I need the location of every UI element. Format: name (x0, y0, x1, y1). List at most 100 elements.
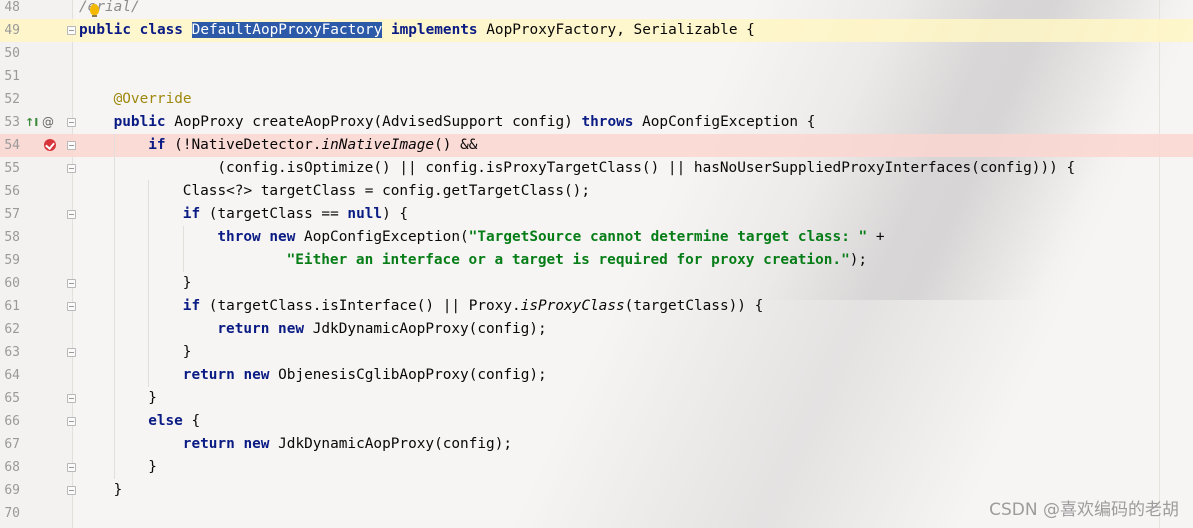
code-token: return (217, 321, 270, 337)
code-token: class (139, 22, 183, 38)
code-line[interactable]: 54 if (!NativeDetector.inNativeImage() && (0, 134, 1193, 157)
code-token: public (113, 114, 166, 130)
code-line[interactable]: 56 Class<?> targetClass = config.getTarge… (0, 180, 1193, 203)
line-number: 69 (4, 483, 20, 498)
line-number: 49 (4, 23, 20, 38)
code-token: ); (849, 252, 868, 268)
code-token: inNativeImage (321, 137, 435, 153)
code-token: JdkDynamicAopProxy(config); (304, 321, 547, 337)
code-token: JdkDynamicAopProxy(config); (269, 436, 513, 452)
code-line[interactable]: 49 public class DefaultAopProxyFactory im… (0, 19, 1193, 42)
fold-toggle-icon[interactable] (67, 118, 76, 127)
code-text[interactable]: if (targetClass.isInterface() || Proxy.i… (183, 295, 764, 318)
code-text[interactable]: public class DefaultAopProxyFactory impl… (79, 19, 755, 42)
code-text[interactable]: /erial/ (79, 0, 140, 19)
selected-identifier: DefaultAopProxyFactory (191, 22, 383, 38)
fold-toggle-icon[interactable] (67, 394, 76, 403)
fold-toggle-icon[interactable] (67, 486, 76, 495)
code-token: () && (434, 137, 478, 153)
code-text[interactable]: } (148, 456, 157, 479)
code-line[interactable]: 51 (0, 65, 1193, 88)
code-line[interactable]: 57 if (targetClass == null) { (0, 203, 1193, 226)
fold-toggle-icon[interactable] (67, 417, 76, 426)
code-line[interactable]: 52 @Override (0, 88, 1193, 111)
code-line[interactable]: 62 return new JdkDynamicAopProxy(config); (0, 318, 1193, 341)
line-number: 57 (4, 207, 20, 222)
fold-toggle-icon[interactable] (67, 279, 76, 288)
code-line[interactable]: 59 "Either an interface or a target is re… (0, 249, 1193, 272)
code-token: throws (581, 114, 634, 130)
code-text[interactable]: Class<?> targetClass = config.getTargetC… (183, 180, 590, 203)
code-text[interactable]: return new JdkDynamicAopProxy(config); (217, 318, 546, 341)
breakpoint-icon[interactable] (44, 139, 56, 151)
line-number: 67 (4, 437, 20, 452)
lightbulb-icon[interactable] (90, 4, 99, 17)
code-line[interactable]: 65} (0, 387, 1193, 410)
code-token: (targetClass)) { (624, 298, 764, 314)
fold-toggle-icon[interactable] (67, 26, 76, 35)
code-token: return (182, 436, 235, 452)
fold-toggle-icon[interactable] (67, 463, 76, 472)
code-line[interactable]: 68} (0, 456, 1193, 479)
code-line[interactable]: 67 return new JdkDynamicAopProxy(config); (0, 433, 1193, 456)
code-token: new (243, 436, 270, 452)
line-number: 53 (4, 115, 20, 130)
code-token: ObjenesisCglibAopProxy(config); (269, 367, 547, 383)
fold-toggle-icon[interactable] (67, 348, 76, 357)
code-text[interactable]: else { (148, 410, 200, 433)
code-line[interactable]: 58 throw new AopConfigException("TargetSo… (0, 226, 1193, 249)
code-token: @Override (113, 91, 192, 107)
code-text[interactable]: if (targetClass == null) { (183, 203, 408, 226)
code-text[interactable]: if (!NativeDetector.inNativeImage() && (148, 134, 477, 157)
code-text[interactable]: } (114, 479, 123, 502)
code-text[interactable]: "Either an interface or a target is requ… (287, 249, 867, 272)
annotation-icon[interactable]: @ (42, 115, 56, 129)
line-number: 61 (4, 299, 20, 314)
code-text[interactable]: } (183, 341, 192, 364)
code-text[interactable]: public AopProxy createAopProxy(AdvisedSu… (114, 111, 816, 134)
code-token: } (182, 344, 192, 360)
code-token: } (182, 275, 192, 291)
code-line[interactable]: 63} (0, 341, 1193, 364)
code-text[interactable]: } (148, 387, 157, 410)
code-line[interactable]: 48/erial/ (0, 0, 1193, 19)
line-number: 65 (4, 391, 20, 406)
line-number: 59 (4, 253, 20, 268)
code-line[interactable]: 53 public AopProxy createAopProxy(Advised… (0, 111, 1193, 134)
code-token: (targetClass.isInterface() || Proxy. (200, 298, 521, 314)
code-text[interactable]: return new ObjenesisCglibAopProxy(config… (183, 364, 547, 387)
code-token: } (148, 459, 157, 475)
code-text[interactable]: throw new AopConfigException("TargetSour… (217, 226, 884, 249)
fold-toggle-icon[interactable] (67, 302, 76, 311)
code-token: public (79, 22, 131, 38)
code-line[interactable]: 66 else { (0, 410, 1193, 433)
code-line[interactable]: 64 return new ObjenesisCglibAopProxy(conf… (0, 364, 1193, 387)
code-token: } (148, 390, 157, 406)
indent-guide (182, 226, 184, 272)
code-token: "TargetSource cannot determine target cl… (468, 229, 868, 245)
line-number: 60 (4, 276, 20, 291)
code-token: AopConfigException { (633, 114, 816, 130)
line-number: 70 (4, 506, 20, 521)
code-token: "Either an interface or a target is requ… (286, 252, 850, 268)
code-line[interactable]: 60} (0, 272, 1193, 295)
code-text[interactable]: @Override (114, 88, 192, 111)
code-text[interactable]: (config.isOptimize() || config.isProxyTa… (217, 157, 1075, 180)
code-token: throw (217, 229, 261, 245)
implements-method-icon[interactable]: ↑I (25, 116, 38, 129)
fold-toggle-icon[interactable] (67, 164, 76, 173)
indent-guide (113, 134, 115, 479)
code-text[interactable]: } (183, 272, 192, 295)
code-token: if (148, 137, 166, 153)
code-text[interactable]: return new JdkDynamicAopProxy(config); (183, 433, 512, 456)
fold-toggle-icon[interactable] (67, 141, 76, 150)
code-token: else (148, 413, 183, 429)
code-line[interactable]: 55 (config.isOptimize() || config.isProxy… (0, 157, 1193, 180)
code-line[interactable]: 50 (0, 42, 1193, 65)
code-line[interactable]: 61 if (targetClass.isInterface() || Proxy… (0, 295, 1193, 318)
line-number: 68 (4, 460, 20, 475)
fold-toggle-icon[interactable] (67, 210, 76, 219)
